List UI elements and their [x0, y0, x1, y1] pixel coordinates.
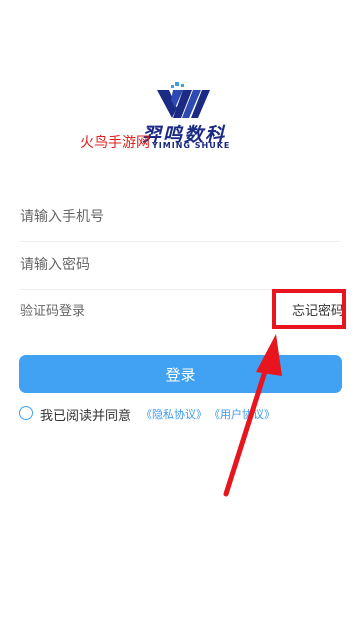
annotation-arrow-icon	[223, 334, 282, 497]
